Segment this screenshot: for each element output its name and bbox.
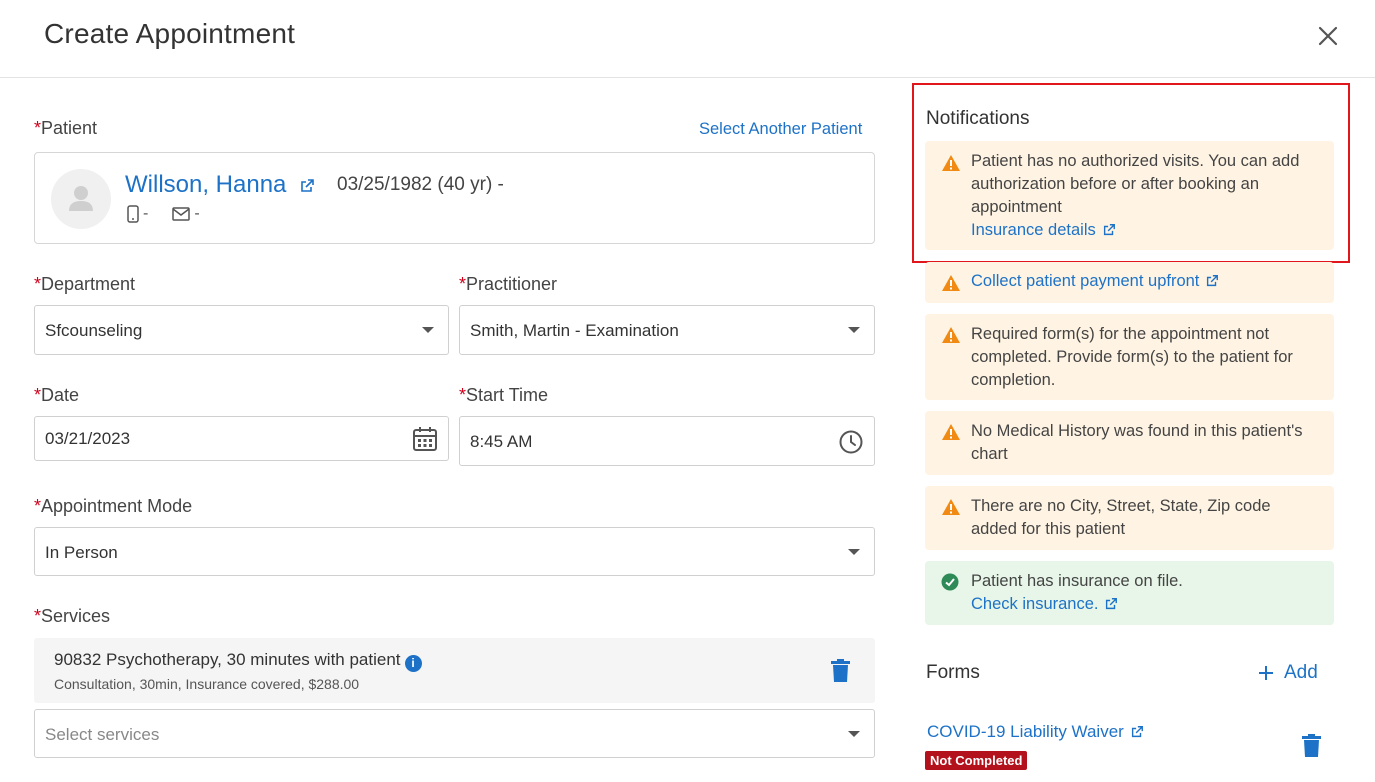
external-link-icon: [1207, 275, 1219, 287]
warning-icon: [942, 327, 960, 343]
start-time-label: *Start Time: [459, 385, 549, 405]
notification-address: There are no City, Street, State, Zip co…: [925, 486, 1334, 550]
close-icon[interactable]: [1314, 22, 1342, 50]
status-badge: Not Completed: [925, 751, 1028, 770]
notification-payment: Collect patient payment upfront: [925, 262, 1334, 303]
user-icon: [69, 186, 93, 211]
patient-name[interactable]: Willson, Hanna: [125, 171, 315, 199]
appointment-mode-label: *Appointment Mode: [34, 496, 193, 516]
department-label: *Department: [34, 274, 136, 294]
chevron-down-icon: [848, 327, 860, 333]
external-link-icon: [1106, 598, 1118, 610]
collect-payment-link[interactable]: Collect patient payment upfront: [971, 272, 1219, 290]
check-insurance-link[interactable]: Check insurance.: [971, 595, 1118, 613]
services-select[interactable]: Select services: [34, 709, 875, 758]
dialog-header: Create Appointment: [0, 0, 1375, 78]
chevron-down-icon: [422, 327, 434, 333]
calendar-icon[interactable]: [412, 426, 438, 452]
notification-insurance: Patient has insurance on file. Check ins…: [925, 561, 1334, 625]
check-circle-icon: [941, 573, 959, 591]
service-name: 90832 Psychotherapy, 30 minutes with pat…: [54, 650, 422, 672]
forms-title: Forms: [926, 662, 980, 683]
warning-icon: [942, 499, 960, 515]
external-link-icon: [1131, 726, 1143, 738]
patient-phone: -: [143, 205, 149, 222]
dialog-title: Create Appointment: [44, 18, 296, 49]
practitioner-select[interactable]: Smith, Martin - Examination: [459, 305, 875, 355]
notification-forms: Required form(s) for the appointment not…: [925, 314, 1334, 400]
date-input[interactable]: 03/21/2023: [34, 416, 449, 461]
date-label: *Date: [34, 385, 80, 405]
department-select[interactable]: Sfcounseling: [34, 305, 449, 355]
warning-icon: [942, 424, 960, 440]
phone-icon: [127, 205, 139, 223]
patient-card: Willson, Hanna 03/25/1982 (40 yr) - - -: [34, 152, 875, 244]
add-form-button[interactable]: Add: [1258, 662, 1318, 684]
avatar: [51, 169, 111, 229]
notification-medical-history: No Medical History was found in this pat…: [925, 411, 1334, 475]
info-icon[interactable]: i: [404, 655, 422, 672]
form-covid-waiver-link[interactable]: COVID-19 Liability Waiver: [927, 722, 1144, 742]
patient-email: -: [194, 205, 200, 222]
highlight-box: [912, 83, 1350, 263]
appointment-mode-select[interactable]: In Person: [34, 527, 875, 576]
patient-contact: - -: [127, 205, 200, 223]
service-meta: Consultation, 30min, Insurance covered, …: [54, 676, 360, 692]
clock-icon[interactable]: [838, 429, 864, 455]
service-item: 90832 Psychotherapy, 30 minutes with pat…: [34, 638, 875, 703]
plus-icon: [1259, 666, 1273, 680]
warning-icon: [942, 275, 960, 291]
external-link-icon[interactable]: [299, 178, 315, 194]
mail-icon: [172, 207, 191, 221]
services-label: *Services: [34, 606, 111, 626]
chevron-down-icon: [848, 549, 860, 555]
trash-icon[interactable]: [1302, 734, 1321, 757]
trash-icon[interactable]: [831, 659, 850, 682]
patient-label: *Patient: [34, 118, 98, 138]
chevron-down-icon: [848, 731, 860, 737]
patient-dob: 03/25/1982 (40 yr) -: [337, 174, 504, 195]
start-time-input[interactable]: 8:45 AM: [459, 416, 875, 466]
practitioner-label: *Practitioner: [459, 274, 558, 294]
select-another-patient-link[interactable]: Select Another Patient: [699, 120, 862, 139]
